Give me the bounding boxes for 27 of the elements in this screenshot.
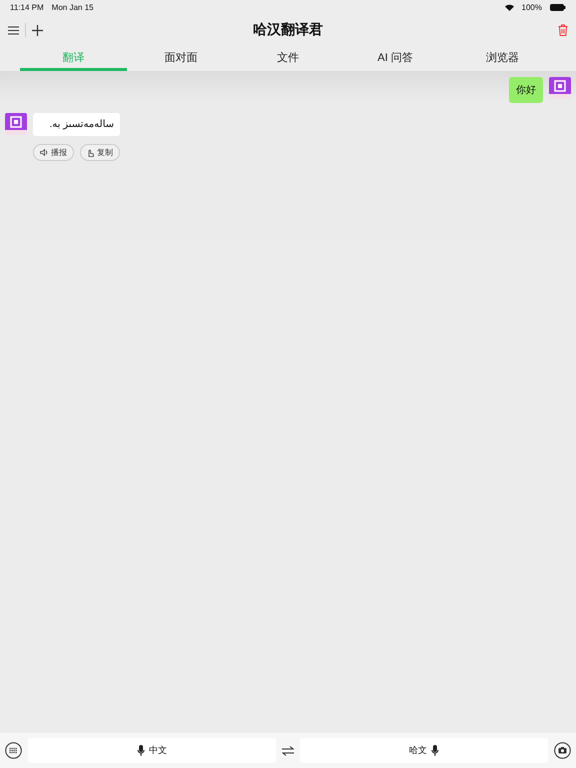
message-bubble: 你好	[509, 77, 543, 103]
add-icon[interactable]	[32, 24, 43, 36]
app-title: 哈汉翻译君	[252, 21, 324, 39]
keyboard-icon[interactable]	[5, 742, 22, 759]
wifi-icon	[504, 4, 514, 10]
tab[interactable]: 文件	[234, 46, 342, 71]
kazakh-voice-button[interactable]: 哈文	[300, 738, 548, 763]
copy-button[interactable]: 复制	[80, 144, 120, 161]
battery-percent: 100%	[522, 2, 542, 12]
message-bubble: سالەمەتسىز بە.	[33, 113, 120, 136]
chinese-voice-button[interactable]: 中文	[28, 738, 276, 763]
status-date: Mon Jan 15	[52, 2, 94, 12]
speaker-icon	[40, 149, 48, 156]
app-logo-icon	[549, 77, 571, 99]
tab[interactable]: AI 问答	[342, 46, 449, 71]
microphone-icon	[431, 745, 439, 756]
trash-icon[interactable]	[558, 24, 568, 36]
app-logo-icon	[5, 113, 27, 135]
tab[interactable]: 面对面	[127, 46, 234, 71]
speak-button[interactable]: 播报	[33, 144, 74, 161]
battery-icon	[550, 4, 566, 10]
camera-icon[interactable]	[554, 742, 571, 759]
menu-icon[interactable]	[8, 26, 19, 34]
status-time: 11:14 PM	[10, 2, 44, 12]
swap-icon[interactable]	[282, 746, 294, 756]
tab[interactable]: 浏览器	[448, 46, 556, 71]
microphone-icon	[137, 745, 145, 756]
